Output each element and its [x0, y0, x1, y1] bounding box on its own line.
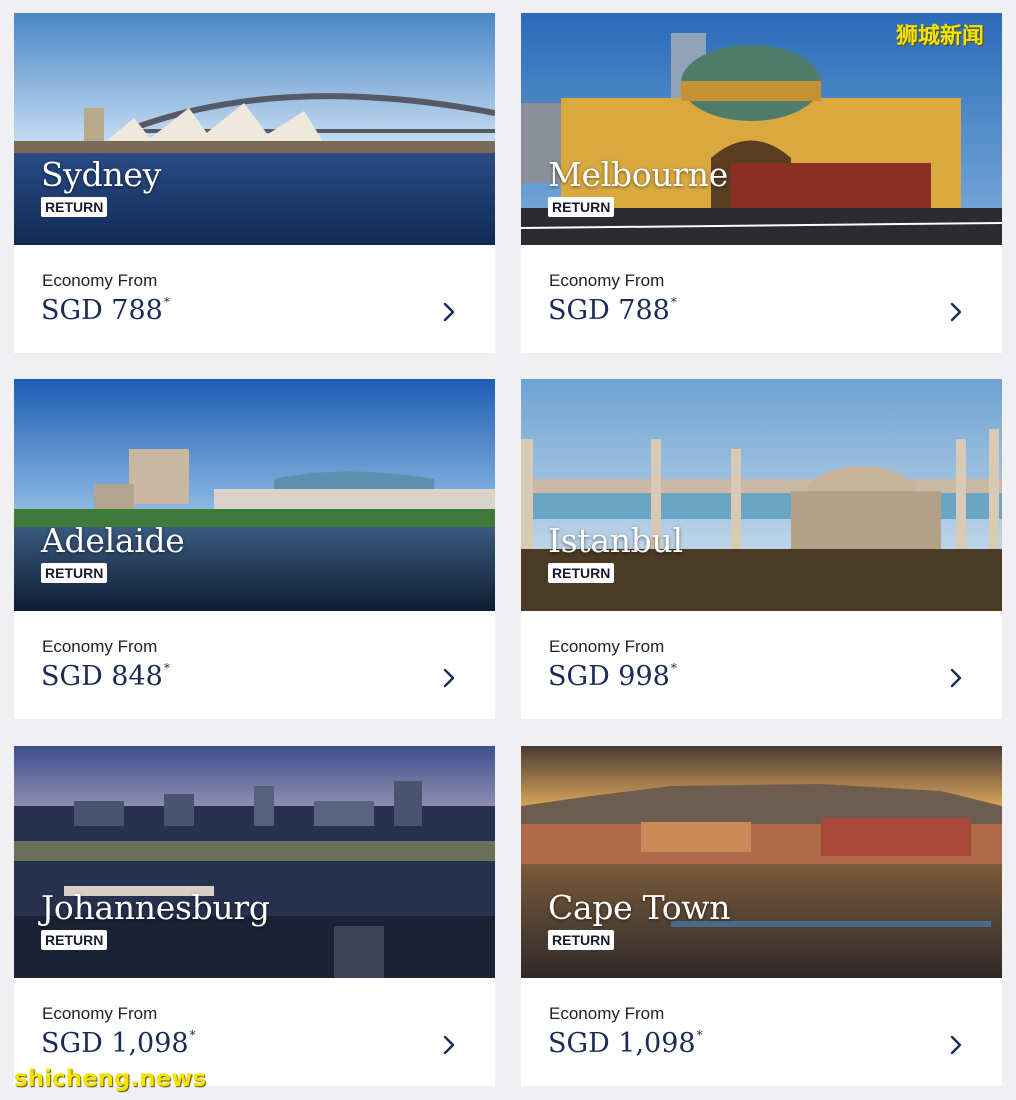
- price-asterisk: *: [189, 1028, 196, 1042]
- city-name: Melbourne: [548, 155, 728, 194]
- price-value: SGD 848: [41, 661, 163, 692]
- chevron-right-icon[interactable]: [946, 666, 966, 690]
- fare-info: Economy From SGD 998*: [521, 611, 1002, 719]
- chevron-right-icon[interactable]: [439, 1033, 459, 1057]
- adelaide-photo: Adelaide RETURN: [14, 379, 495, 611]
- chevron-right-icon[interactable]: [439, 666, 459, 690]
- return-badge: RETURN: [41, 563, 108, 583]
- destination-card-johannesburg[interactable]: Johannesburg RETURN Economy From SGD 1,0…: [14, 746, 495, 1086]
- fare-info: Economy From SGD 788*: [521, 245, 1002, 353]
- destination-card-istanbul[interactable]: Istanbul RETURN Economy From SGD 998*: [521, 379, 1002, 719]
- fare-info: Economy From SGD 1,098*: [521, 978, 1002, 1086]
- city-name: Istanbul: [548, 521, 683, 560]
- fare-info: Economy From SGD 848*: [14, 611, 495, 719]
- fare-label: Economy From: [549, 1004, 665, 1023]
- price-asterisk: *: [670, 661, 677, 675]
- return-badge: RETURN: [548, 930, 615, 950]
- price-asterisk: *: [670, 295, 677, 309]
- fare-label: Economy From: [549, 271, 665, 290]
- price-value: SGD 1,098: [548, 1028, 696, 1059]
- fare-label: Economy From: [42, 1004, 158, 1023]
- fare-price: SGD 788*: [548, 295, 677, 326]
- return-badge: RETURN: [41, 197, 108, 217]
- destination-card-sydney[interactable]: Sydney RETURN Economy From SGD 788*: [14, 13, 495, 353]
- return-badge: RETURN: [41, 930, 108, 950]
- price-asterisk: *: [163, 295, 170, 309]
- price-asterisk: *: [163, 661, 170, 675]
- fare-price: SGD 1,098*: [41, 1028, 196, 1059]
- fare-label: Economy From: [42, 271, 158, 290]
- watermark-top-right: 狮城新闻: [896, 24, 985, 49]
- johannesburg-photo: Johannesburg RETURN: [14, 746, 495, 978]
- city-name: Johannesburg: [41, 888, 270, 927]
- price-asterisk: *: [696, 1028, 703, 1042]
- fare-price: SGD 998*: [548, 661, 677, 692]
- city-name: Sydney: [41, 155, 162, 194]
- price-value: SGD 788: [41, 295, 163, 326]
- return-badge: RETURN: [548, 197, 615, 217]
- fare-label: Economy From: [549, 637, 665, 656]
- istanbul-photo: Istanbul RETURN: [521, 379, 1002, 611]
- destination-card-adelaide[interactable]: Adelaide RETURN Economy From SGD 848*: [14, 379, 495, 719]
- chevron-right-icon[interactable]: [946, 1033, 966, 1057]
- destination-card-cape-town[interactable]: Cape Town RETURN Economy From SGD 1,098*: [521, 746, 1002, 1086]
- city-name: Cape Town: [548, 888, 731, 927]
- sydney-photo: Sydney RETURN: [14, 13, 495, 245]
- fare-label: Economy From: [42, 637, 158, 656]
- price-value: SGD 1,098: [41, 1028, 189, 1059]
- fare-info: Economy From SGD 788*: [14, 245, 495, 353]
- chevron-right-icon[interactable]: [946, 300, 966, 324]
- fare-price: SGD 848*: [41, 661, 170, 692]
- price-value: SGD 788: [548, 295, 670, 326]
- return-badge: RETURN: [548, 563, 615, 583]
- chevron-right-icon[interactable]: [439, 300, 459, 324]
- watermark-bottom-left: shicheng.news: [14, 1066, 207, 1092]
- destination-card-melbourne[interactable]: Melbourne RETURN Economy From SGD 788*: [521, 13, 1002, 353]
- fare-price: SGD 1,098*: [548, 1028, 703, 1059]
- cape-town-photo: Cape Town RETURN: [521, 746, 1002, 978]
- city-name: Adelaide: [41, 521, 185, 560]
- price-value: SGD 998: [548, 661, 670, 692]
- fare-price: SGD 788*: [41, 295, 170, 326]
